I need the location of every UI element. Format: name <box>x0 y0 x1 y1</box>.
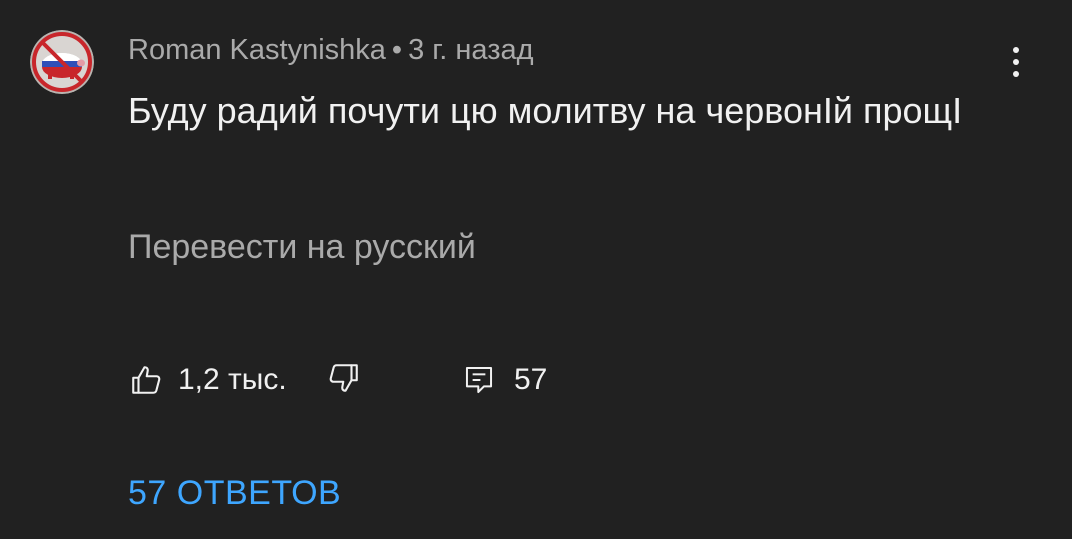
menu-dot <box>1013 47 1019 53</box>
comment-icon <box>465 366 493 394</box>
timestamp: 3 г. назад <box>408 34 534 66</box>
avatar[interactable] <box>30 30 94 94</box>
like-button[interactable]: 1,2 тыс. <box>128 358 287 402</box>
comment-actions: 1,2 тыс. 57 <box>128 358 628 402</box>
thumb-down-icon <box>329 364 358 392</box>
comment-header: Roman Kastynishka • 3 г. назад <box>128 34 534 67</box>
separator: • <box>391 34 403 66</box>
like-count: 1,2 тыс. <box>178 363 287 396</box>
comment-card: Roman Kastynishka • 3 г. назад Буду радий … <box>0 0 1072 539</box>
thumb-up-icon <box>132 366 161 394</box>
author-name[interactable]: Roman Kastynishka <box>128 34 386 66</box>
reply-count: 57 <box>514 363 548 396</box>
menu-dot <box>1013 59 1019 65</box>
avatar-image <box>30 30 94 94</box>
view-replies-button[interactable]: 57 ОТВЕТОВ <box>128 474 341 513</box>
comment-text: Буду радий почути цю молитву на червонІй… <box>128 90 963 131</box>
more-vert-icon[interactable] <box>998 40 1034 84</box>
dislike-button[interactable] <box>326 360 366 400</box>
translate-button[interactable]: Перевести на русский <box>128 228 476 267</box>
menu-dot <box>1013 71 1019 77</box>
reply-button[interactable]: 57 <box>462 358 547 402</box>
